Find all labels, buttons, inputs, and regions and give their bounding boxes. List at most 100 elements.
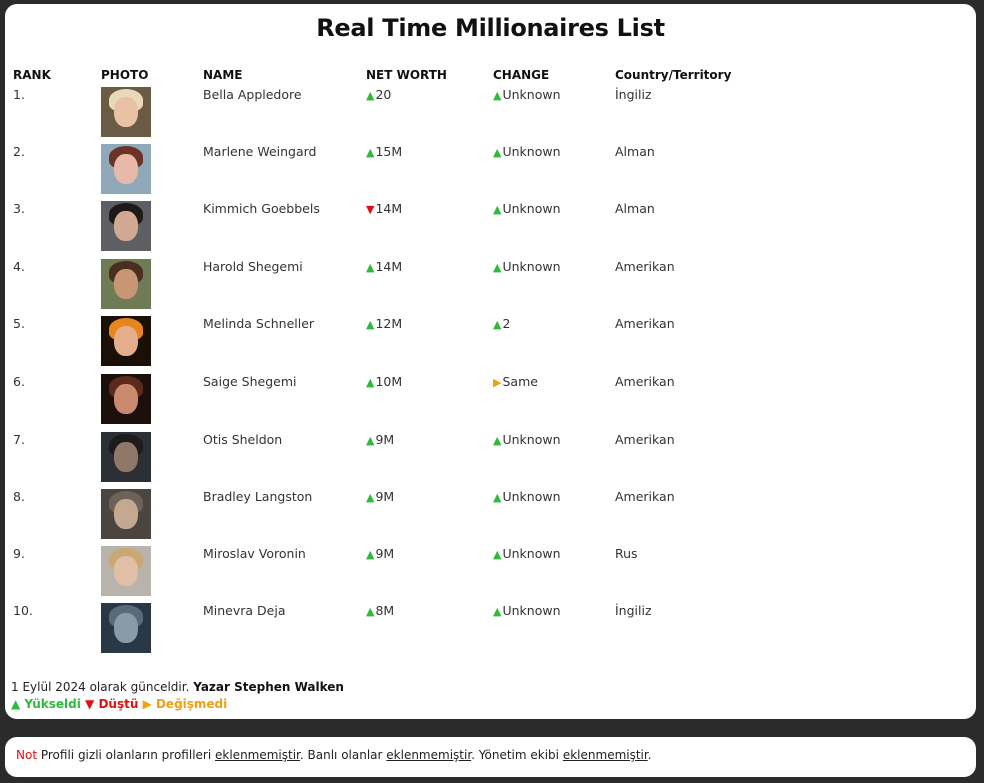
avatar-image bbox=[101, 489, 151, 539]
header-rank: RANK bbox=[13, 68, 51, 82]
net-worth-value: 15M bbox=[375, 144, 403, 159]
arrow-up-icon: ▲ bbox=[366, 89, 375, 102]
table-row: 6. Saige Shegemi ▲10M ▶Same Amerikan bbox=[5, 374, 976, 426]
table-row: 5. Melinda Schneller ▲12M ▲2 Amerikan bbox=[5, 316, 976, 368]
legend-down: ▼ Düştü bbox=[85, 697, 139, 711]
change-cell: ▲Unknown bbox=[493, 201, 561, 216]
page-title: Real Time Millionaires List bbox=[316, 14, 665, 42]
rank-cell: 5. bbox=[13, 316, 25, 331]
header-name: NAME bbox=[203, 68, 243, 82]
avatar bbox=[101, 546, 151, 596]
net-worth-cell: ▲9M bbox=[366, 489, 394, 504]
rank-cell: 10. bbox=[13, 603, 33, 618]
note-text-4: . bbox=[647, 748, 652, 762]
arrow-right-icon: ▶ bbox=[493, 376, 502, 389]
change-cell: ▲Unknown bbox=[493, 432, 561, 447]
arrow-up-icon: ▲ bbox=[493, 491, 502, 504]
note-panel: Not Profili gizli olanların profilleri e… bbox=[5, 737, 976, 777]
net-worth-cell: ▲9M bbox=[366, 546, 394, 561]
arrow-down-icon: ▼ bbox=[366, 203, 375, 216]
rank-cell: 1. bbox=[13, 87, 25, 102]
note-link-1[interactable]: eklenmemiştir bbox=[215, 748, 300, 762]
legend: ▲ Yükseldi ▼ Düştü ▶ Değişmedi bbox=[11, 697, 227, 711]
header-net-worth: NET WORTH bbox=[366, 68, 447, 82]
avatar-image bbox=[101, 432, 151, 482]
country-cell: Amerikan bbox=[615, 259, 675, 274]
note-text-3: . Yönetim ekibi bbox=[471, 748, 560, 762]
net-worth-cell: ▲20 bbox=[366, 87, 391, 102]
avatar-image bbox=[101, 374, 151, 424]
rank-cell: 9. bbox=[13, 546, 25, 561]
net-worth-value: 9M bbox=[375, 432, 395, 447]
table-row: 1. Bella Appledore ▲20 ▲Unknown İngiliz bbox=[5, 87, 976, 139]
arrow-up-icon: ▲ bbox=[493, 548, 502, 561]
arrow-up-icon: ▲ bbox=[493, 605, 502, 618]
name-cell: Marlene Weingard bbox=[203, 144, 317, 159]
arrow-up-icon: ▲ bbox=[366, 146, 375, 159]
net-worth-value: 9M bbox=[375, 546, 395, 561]
country-cell: Alman bbox=[615, 201, 655, 216]
avatar bbox=[101, 87, 151, 137]
note-link-2[interactable]: eklenmemiştir bbox=[386, 748, 471, 762]
avatar bbox=[101, 316, 151, 366]
change-cell: ▲2 bbox=[493, 316, 510, 331]
avatar-image bbox=[101, 201, 151, 251]
avatar bbox=[101, 432, 151, 482]
change-value: Unknown bbox=[502, 546, 561, 561]
net-worth-value: 8M bbox=[375, 603, 395, 618]
note-label: Not bbox=[16, 748, 38, 762]
avatar bbox=[101, 144, 151, 194]
name-cell: Kimmich Goebbels bbox=[203, 201, 320, 216]
updated-date: 1 Eylül 2024 olarak günceldir. bbox=[11, 680, 190, 694]
avatar bbox=[101, 374, 151, 424]
millionaires-card: Real Time Millionaires List RANK PHOTO N… bbox=[5, 4, 976, 719]
net-worth-value: 10M bbox=[375, 374, 403, 389]
table-row: 2. Marlene Weingard ▲15M ▲Unknown Alman bbox=[5, 144, 976, 196]
note-link-3[interactable]: eklenmemiştir bbox=[563, 748, 648, 762]
change-cell: ▲Unknown bbox=[493, 603, 561, 618]
arrow-up-icon: ▲ bbox=[366, 318, 375, 331]
arrow-up-icon: ▲ bbox=[366, 376, 375, 389]
country-cell: Amerikan bbox=[615, 432, 675, 447]
arrow-up-icon: ▲ bbox=[366, 491, 375, 504]
change-value: Unknown bbox=[502, 489, 561, 504]
update-info: 1 Eylül 2024 olarak günceldir. Yazar Ste… bbox=[11, 680, 344, 694]
arrow-up-icon: ▲ bbox=[493, 434, 502, 447]
avatar bbox=[101, 259, 151, 309]
change-cell: ▲Unknown bbox=[493, 144, 561, 159]
author-name: Yazar Stephen Walken bbox=[193, 680, 344, 694]
rank-cell: 6. bbox=[13, 374, 25, 389]
net-worth-cell: ▼14M bbox=[366, 201, 402, 216]
rank-cell: 8. bbox=[13, 489, 25, 504]
arrow-up-icon: ▲ bbox=[366, 605, 375, 618]
legend-up: ▲ Yükseldi bbox=[11, 697, 81, 711]
change-value: Unknown bbox=[502, 259, 561, 274]
net-worth-value: 14M bbox=[375, 259, 403, 274]
net-worth-cell: ▲8M bbox=[366, 603, 394, 618]
rank-cell: 7. bbox=[13, 432, 25, 447]
name-cell: Otis Sheldon bbox=[203, 432, 283, 447]
legend-same: ▶ Değişmedi bbox=[142, 697, 228, 711]
note-text-1: Profili gizli olanların profilleri bbox=[40, 748, 212, 762]
arrow-up-icon: ▲ bbox=[493, 318, 502, 331]
net-worth-value: 9M bbox=[375, 489, 395, 504]
arrow-up-icon: ▲ bbox=[366, 548, 375, 561]
avatar-image bbox=[101, 546, 151, 596]
net-worth-cell: ▲12M bbox=[366, 316, 402, 331]
avatar bbox=[101, 603, 151, 653]
name-cell: Bella Appledore bbox=[203, 87, 302, 102]
change-value: Unknown bbox=[502, 87, 561, 102]
change-value: Unknown bbox=[502, 603, 561, 618]
rank-cell: 4. bbox=[13, 259, 25, 274]
header-photo: PHOTO bbox=[101, 68, 149, 82]
change-cell: ▲Unknown bbox=[493, 259, 561, 274]
table-row: 10. Minevra Deja ▲8M ▲Unknown İngiliz bbox=[5, 603, 976, 655]
avatar-image bbox=[101, 87, 151, 137]
arrow-up-icon: ▲ bbox=[366, 261, 375, 274]
name-cell: Saige Shegemi bbox=[203, 374, 297, 389]
change-cell: ▲Unknown bbox=[493, 87, 561, 102]
name-cell: Miroslav Voronin bbox=[203, 546, 306, 561]
avatar-image bbox=[101, 316, 151, 366]
arrow-up-icon: ▲ bbox=[493, 261, 502, 274]
header-country: Country/Territory bbox=[615, 68, 732, 82]
